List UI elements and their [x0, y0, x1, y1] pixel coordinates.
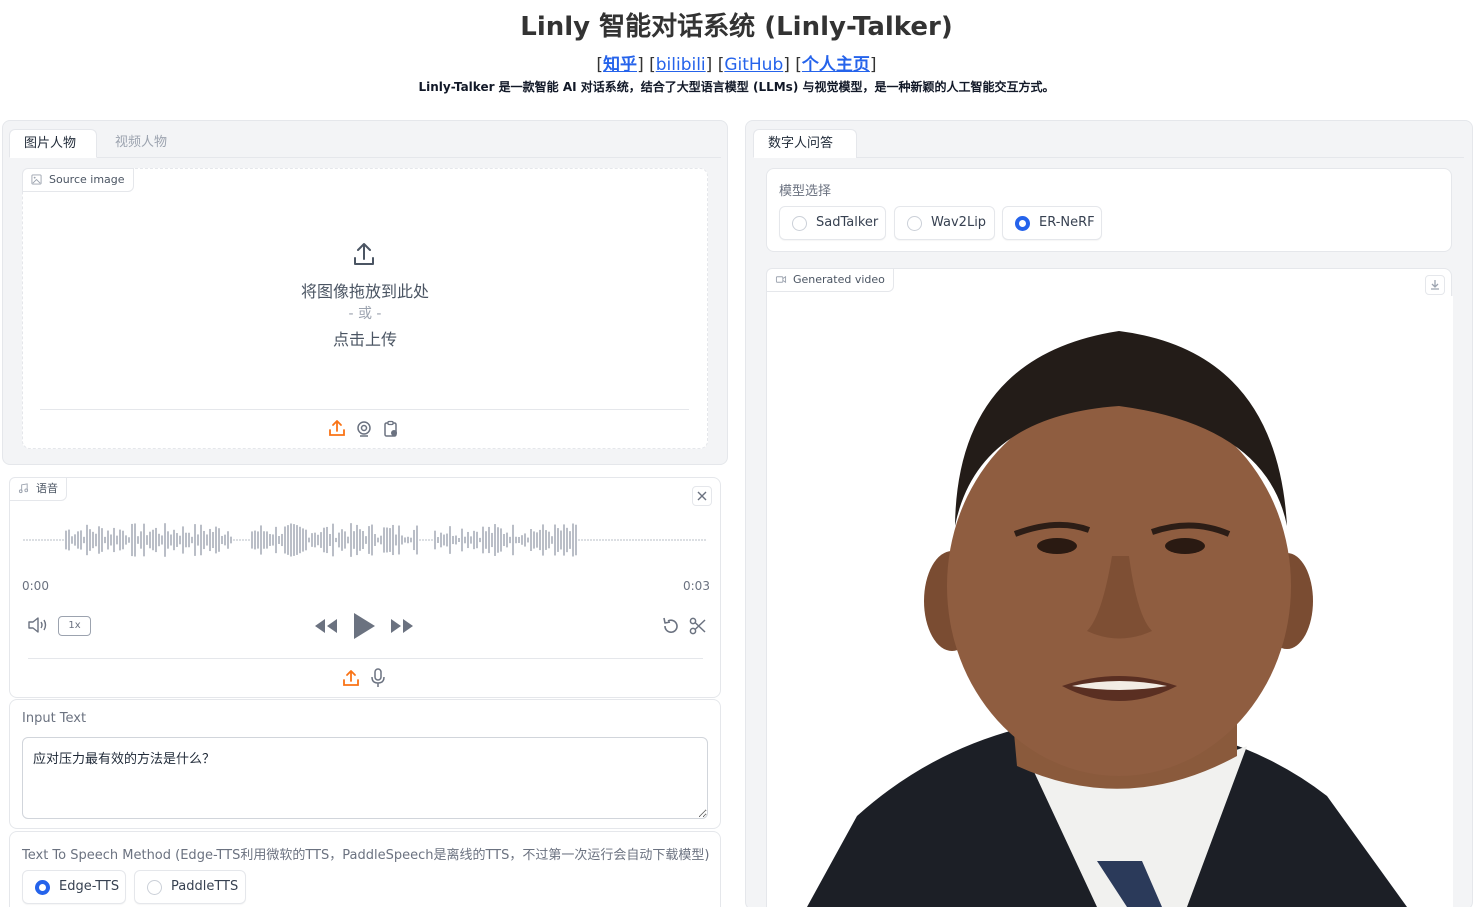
microphone-icon[interactable]	[370, 668, 386, 688]
radio-unselected-icon	[147, 880, 162, 895]
radio-selected-icon	[1015, 216, 1030, 231]
link-bilibili[interactable]: bilibili	[656, 55, 706, 75]
clipboard-icon[interactable]	[382, 420, 400, 438]
header-links: [知乎] [bilibili] [GitHub] [个人主页]	[596, 55, 877, 75]
audio-label: 语音	[9, 477, 67, 501]
audio-controls-divider	[28, 658, 703, 659]
tab-digital-human-qa[interactable]: 数字人问答	[753, 129, 857, 158]
drop-or: - 或 -	[348, 306, 382, 322]
tts-method-label: Text To Speech Method (Edge-TTS利用微软的TTS，…	[22, 848, 710, 863]
model-option-ernerf[interactable]: ER-NeRF	[1002, 206, 1102, 240]
tts-option-edge[interactable]: Edge-TTS	[22, 870, 126, 904]
close-icon	[697, 491, 707, 501]
download-video-button[interactable]	[1425, 275, 1445, 295]
play-icon[interactable]	[351, 611, 377, 641]
page-description: Linly-Talker 是一款智能 AI 对话系统，结合了大型语言模型 (LL…	[418, 80, 1055, 94]
radio-unselected-icon	[907, 216, 922, 231]
link-zhihu[interactable]: 知乎	[603, 55, 637, 75]
model-select-label: 模型选择	[779, 184, 832, 199]
audio-time-start: 0:00	[22, 579, 49, 593]
video-icon	[775, 275, 787, 284]
click-to-upload[interactable]: 点击上传	[22, 326, 708, 350]
audio-block	[9, 477, 721, 698]
webcam-icon[interactable]	[355, 420, 373, 438]
download-icon	[1431, 280, 1439, 290]
input-text-label: Input Text	[22, 711, 87, 726]
tab-image-character[interactable]: 图片人物	[9, 129, 97, 158]
drop-instruction: 将图像拖放到此处	[300, 282, 429, 301]
model-option-wav2lip[interactable]: Wav2Lip	[894, 206, 995, 240]
generated-video-player[interactable]	[767, 296, 1453, 907]
radio-selected-icon	[35, 880, 50, 895]
rewind-icon[interactable]	[313, 616, 339, 636]
image-source-divider	[40, 409, 689, 410]
upload-audio-icon[interactable]	[342, 669, 360, 687]
image-icon	[31, 174, 42, 185]
tab-video-character[interactable]: 视频人物	[101, 129, 189, 158]
radio-unselected-icon	[792, 216, 807, 231]
clear-audio-button[interactable]	[692, 486, 712, 506]
audio-time-end: 0:03	[683, 579, 710, 593]
page-title: Linly 智能对话系统 (Linly-Talker)	[520, 12, 953, 42]
trim-icon[interactable]	[688, 616, 708, 636]
playback-rate-button[interactable]: 1x	[58, 616, 91, 636]
volume-icon[interactable]	[26, 615, 50, 635]
fast-forward-icon[interactable]	[389, 616, 415, 636]
right-tab-divider	[856, 157, 1464, 158]
reset-icon[interactable]	[661, 616, 681, 636]
tab-divider	[97, 157, 721, 158]
input-text-field[interactable]	[22, 737, 708, 819]
upload-source-icon[interactable]	[328, 419, 346, 437]
tts-option-paddle[interactable]: PaddleTTS	[134, 870, 246, 904]
model-option-sadtalker[interactable]: SadTalker	[779, 206, 886, 240]
link-homepage[interactable]: 个人主页	[802, 55, 870, 75]
upload-icon	[354, 243, 374, 265]
video-frame-portrait	[767, 296, 1453, 907]
link-github[interactable]: GitHub	[724, 55, 783, 75]
generated-video-label: Generated video	[766, 268, 894, 292]
source-image-label: Source image	[22, 168, 134, 192]
audio-waveform[interactable]	[22, 516, 706, 564]
music-icon	[18, 483, 29, 494]
